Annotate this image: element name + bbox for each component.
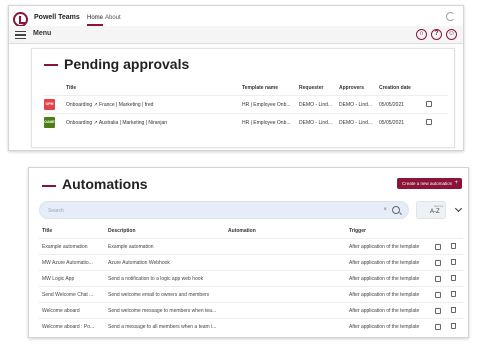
row-description: Send a message to all members when a tea… [108, 324, 217, 330]
trash-icon[interactable] [451, 291, 456, 297]
trash-icon[interactable] [451, 243, 456, 249]
search-input[interactable]: Search × [39, 201, 409, 219]
edit-icon[interactable] [426, 119, 432, 125]
row-trigger: After application of the template [349, 324, 420, 330]
row-title[interactable]: Welcome aboard : Po... [42, 324, 94, 330]
row-title[interactable]: Send Welcome Chat ... [42, 292, 93, 298]
column-header-trigger: Trigger [349, 228, 366, 234]
row-date: 05/05/2021 [379, 102, 405, 108]
row-trigger: After application of the template [349, 308, 420, 314]
menu-bar: Menu ∩ ? ☺ [9, 26, 463, 44]
headset-icon[interactable]: ∩ [416, 29, 427, 40]
edit-icon[interactable] [435, 292, 441, 298]
column-header-template-name: Template name [242, 85, 279, 91]
row-approvers: DEMO - Lind... [339, 102, 373, 108]
menubar-icons: ∩ ? ☺ [416, 29, 457, 40]
pending-approvals-window: Powell Teams Home About Menu ∩ ? ☺ Pendi… [8, 5, 464, 151]
tab-about[interactable]: About [105, 15, 121, 21]
column-header-approvers: Approvers [339, 85, 365, 91]
row-description: Send a notification to a logic app web h… [108, 276, 204, 282]
column-header-title: Title [42, 228, 53, 234]
row-trigger: After application of the template [349, 276, 420, 282]
row-title[interactable]: Onboarding ↗ France | Marketing | fred [66, 102, 153, 108]
team-badge: OAME [44, 117, 55, 128]
table-row[interactable]: OFM Onboarding ↗ France | Marketing | fr… [44, 95, 448, 113]
sort-dropdown[interactable]: Sort by A-Z [416, 201, 446, 219]
row-title[interactable]: Onboarding ↗ Australia | Marketing | Nir… [66, 120, 167, 126]
row-description: Azure Automation Webhook [108, 260, 170, 266]
edit-icon[interactable] [435, 260, 441, 266]
row-requester: DEMO - Lind... [299, 120, 333, 126]
trash-icon[interactable] [451, 259, 456, 265]
row-title[interactable]: Example automation [42, 244, 88, 250]
app-title: Powell Teams [34, 14, 80, 21]
row-requester: DEMO - Lind... [299, 102, 333, 108]
row-description: Send welcome message to members when tea… [108, 308, 217, 314]
automations-window: Automations Create a new automation + Se… [28, 167, 469, 338]
table-row[interactable]: Send Welcome Chat ... Send welcome email… [39, 286, 463, 302]
refresh-icon[interactable] [446, 12, 455, 21]
page-title: Pending approvals [64, 56, 190, 72]
title-accent-line [42, 185, 56, 187]
row-title[interactable]: MW Azure Automatio... [42, 260, 93, 266]
column-header-title: Title [66, 85, 77, 91]
page-title: Automations [62, 176, 148, 192]
search-icon[interactable] [392, 206, 400, 214]
trash-icon[interactable] [451, 307, 456, 313]
create-automation-label: Create a new automation [402, 181, 453, 186]
table-row[interactable]: MW Logic App Send a notification to a lo… [39, 270, 463, 286]
column-header-creation-date: Creation date [379, 85, 411, 91]
clear-icon[interactable]: × [383, 207, 387, 213]
row-title[interactable]: MW Logic App [42, 276, 74, 282]
row-template: HR | Employee Onb... [242, 120, 291, 126]
row-trigger: After application of the template [349, 244, 420, 250]
column-header-automation: Automation [228, 228, 256, 234]
column-header-description: Description [108, 228, 136, 234]
smiley-icon[interactable]: ☺ [446, 29, 457, 40]
table-row[interactable]: Welcome aboard Send welcome message to m… [39, 302, 463, 318]
trash-icon[interactable] [451, 275, 456, 281]
row-template: HR | Employee Onb... [242, 102, 291, 108]
sort-label: Sort by [434, 204, 444, 208]
trash-icon[interactable] [451, 323, 456, 329]
title-accent-line [44, 64, 58, 66]
chevron-down-icon[interactable] [454, 204, 463, 213]
row-title[interactable]: Welcome aboard [42, 308, 80, 314]
row-description: Send welcome email to owners and members [108, 292, 210, 298]
table-row[interactable]: MW Azure Automatio... Azure Automation W… [39, 254, 463, 270]
table-row[interactable]: OAME Onboarding ↗ Australia | Marketing … [44, 113, 448, 131]
sort-value: A-Z [430, 209, 440, 215]
edit-icon[interactable] [435, 244, 441, 250]
edit-icon[interactable] [435, 324, 441, 330]
logo-icon [13, 12, 28, 27]
help-icon[interactable]: ? [431, 29, 442, 40]
row-trigger: After application of the template [349, 292, 420, 298]
edit-icon[interactable] [426, 101, 432, 107]
edit-icon[interactable] [435, 308, 441, 314]
table-row[interactable]: Welcome aboard : Po... Send a message to… [39, 318, 463, 334]
pending-approvals-card: Pending approvals Title Template name Re… [31, 48, 455, 148]
row-trigger: After application of the template [349, 260, 420, 266]
tab-home[interactable]: Home [87, 15, 104, 26]
search-placeholder: Search [48, 208, 64, 214]
hamburger-icon[interactable] [15, 31, 26, 39]
row-approvers: DEMO - Lind... [339, 120, 373, 126]
menu-label[interactable]: Menu [33, 30, 51, 37]
edit-icon[interactable] [435, 276, 441, 282]
create-automation-button[interactable]: Create a new automation + [397, 178, 462, 189]
team-badge: OFM [44, 99, 55, 110]
table-row[interactable]: Example automation Example automation Af… [39, 238, 463, 254]
column-header-requester: Requester [299, 85, 324, 91]
row-description: Example automation [108, 244, 154, 250]
plus-icon: + [454, 180, 458, 186]
row-date: 05/05/2021 [379, 120, 405, 126]
